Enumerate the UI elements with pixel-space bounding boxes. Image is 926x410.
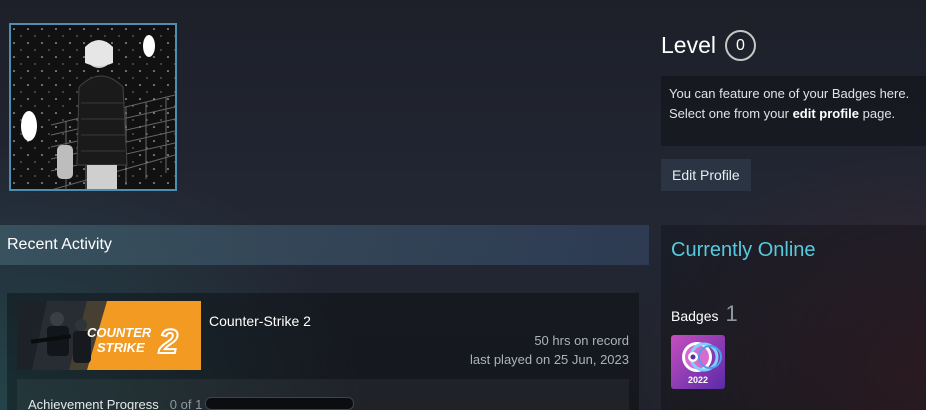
achievement-count: 0 of 1 [169, 397, 203, 410]
achievement-label: Achievement Progress [28, 397, 159, 410]
game-name[interactable]: Counter-Strike 2 [209, 313, 311, 329]
online-status: Currently Online [671, 239, 816, 261]
badges-link[interactable]: Badges 1 [671, 301, 738, 327]
level-badge: 0 [724, 30, 756, 61]
badge-notice-suffix: page. [859, 106, 896, 121]
achievement-progress[interactable]: Achievement Progress 0 of 1 [17, 379, 629, 410]
badge-notice-line2: Select one from your edit profile page. [669, 104, 918, 124]
featured-badge-notice: You can feature one of your Badges here.… [661, 76, 926, 146]
steam-replay-badge-icon[interactable]: 2022 [671, 335, 725, 389]
online-status-panel: Currently Online Badges 1 2022 [661, 225, 926, 410]
game-capsule-image[interactable]: COUNTER STRIKE 2 [17, 301, 201, 370]
recent-activity-header: Recent Activity [0, 225, 649, 265]
capsule-text-counter: COUNTER [87, 325, 152, 340]
game-hours: 50 hrs on record [534, 333, 629, 348]
counter-strike-capsule: COUNTER STRIKE 2 [17, 301, 201, 370]
badge-art: 2022 [671, 335, 725, 389]
edit-profile-link[interactable]: edit profile [793, 106, 859, 121]
recent-activity-title: Recent Activity [7, 236, 112, 253]
edit-profile-button[interactable]: Edit Profile [661, 159, 751, 191]
badge-year: 2022 [688, 375, 708, 385]
avatar-image [11, 25, 175, 189]
level-label: Level [661, 32, 716, 58]
capsule-text-strike: STRIKE [97, 340, 145, 355]
badges-label: Badges [671, 308, 719, 324]
level-display: Level 0 [661, 30, 756, 61]
achievement-progress-bar [205, 397, 355, 410]
badge-notice-prefix: Select one from your [669, 106, 793, 121]
game-last-played: last played on 25 Jun, 2023 [469, 352, 629, 367]
game-card: COUNTER STRIKE 2 Counter-Strike 2 50 hrs… [7, 293, 639, 410]
capsule-number: 2 [158, 323, 178, 361]
badges-count: 1 [725, 301, 738, 326]
profile-avatar[interactable] [9, 23, 177, 191]
badge-notice-line1: You can feature one of your Badges here. [669, 86, 910, 101]
